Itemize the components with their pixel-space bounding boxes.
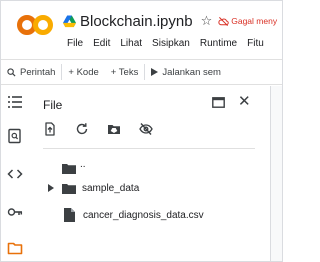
menu-edit[interactable]: Edit — [93, 38, 110, 49]
notebook-title-row: Blockchain.ipynb ☆ Gagal meny — [63, 12, 277, 30]
google-drive-icon — [63, 14, 76, 27]
run-all-label: Jalankan sem — [162, 66, 221, 78]
folder-name: sample_data — [82, 182, 140, 194]
upload-file-icon[interactable] — [43, 122, 57, 136]
find-replace-icon[interactable] — [7, 128, 23, 144]
search-icon — [7, 67, 16, 77]
left-sidebar-rail — [1, 86, 31, 261]
run-all-button[interactable]: Jalankan sem — [145, 67, 227, 78]
add-code-button[interactable]: + Kode — [62, 67, 104, 78]
folder-row-sample-data[interactable]: sample_data — [48, 180, 140, 196]
close-panel-icon[interactable]: ✕ — [238, 94, 251, 109]
play-icon — [151, 68, 159, 76]
colab-logo-icon[interactable] — [17, 12, 53, 38]
cloud-off-icon — [218, 16, 229, 26]
code-snippets-icon[interactable] — [7, 166, 23, 182]
colab-window: Blockchain.ipynb ☆ Gagal meny File Edit … — [0, 0, 283, 262]
add-text-button[interactable]: + Teks — [105, 67, 145, 78]
add-text-label: + Teks — [110, 66, 139, 78]
menu-view[interactable]: Lihat — [120, 38, 142, 49]
panel-divider — [43, 148, 255, 149]
file-row-cancer-diagnosis[interactable]: cancer_diagnosis_data.csv — [64, 207, 204, 223]
folder-icon — [62, 183, 76, 194]
parent-folder-label: .. — [80, 158, 86, 170]
menu-tools[interactable]: Fitu — [247, 38, 264, 49]
files-panel-title: File — [43, 98, 63, 112]
menu-bar: File Edit Lihat Sisipkan Runtime Fitu — [67, 38, 274, 49]
save-warning-text: Gagal meny — [231, 16, 278, 26]
mount-drive-icon[interactable] — [107, 122, 121, 136]
command-palette-button[interactable]: Perintah — [1, 67, 61, 78]
menu-insert[interactable]: Sisipkan — [152, 38, 190, 49]
star-icon[interactable]: ☆ — [201, 13, 213, 29]
parent-folder-row[interactable]: .. — [62, 158, 86, 176]
menu-runtime[interactable]: Runtime — [200, 38, 237, 49]
command-palette-label: Perintah — [20, 66, 56, 78]
refresh-icon[interactable] — [75, 122, 89, 136]
file-icon — [64, 208, 75, 222]
menu-file[interactable]: File — [67, 38, 83, 49]
maximize-panel-icon[interactable] — [212, 97, 225, 108]
files-folder-icon[interactable] — [7, 240, 23, 256]
add-code-label: + Kode — [68, 66, 99, 78]
save-warning[interactable]: Gagal meny — [218, 16, 277, 27]
notebook-name[interactable]: Blockchain.ipynb — [80, 13, 193, 30]
caret-right-icon[interactable] — [47, 183, 55, 193]
hide-files-icon[interactable] — [139, 122, 153, 136]
files-panel: File ✕ .. sample_data cancer_diagnosis_d… — [31, 86, 271, 261]
notebook-toolbar: Perintah + Kode + Teks Jalankan sem — [1, 59, 282, 85]
folder-icon — [62, 163, 76, 174]
secrets-key-icon[interactable] — [7, 204, 23, 220]
file-name: cancer_diagnosis_data.csv — [83, 209, 204, 221]
notebook-editor-area — [271, 86, 282, 261]
table-of-contents-icon[interactable] — [7, 94, 23, 110]
